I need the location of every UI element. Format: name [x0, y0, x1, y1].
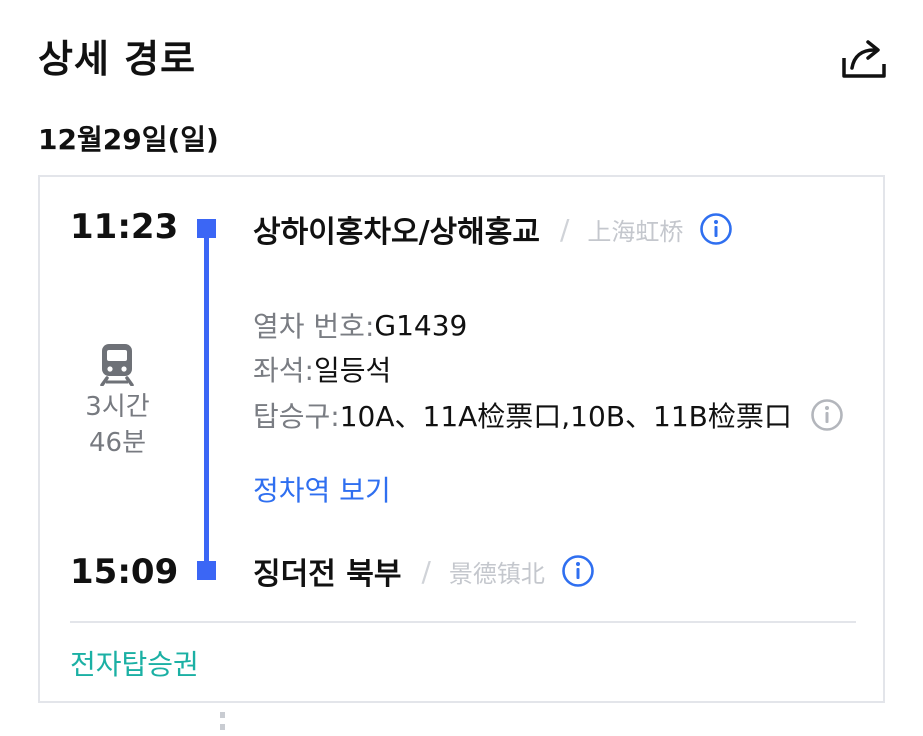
- seat-value: 일등석: [313, 354, 392, 387]
- departure-node: [197, 219, 216, 238]
- share-icon: [842, 40, 886, 78]
- train-number-label: 열차 번호:: [253, 310, 375, 343]
- route-continuation-dots: [220, 712, 225, 736]
- route-card: 11:23 15:09 3시간 46분 상하이홍차오/상해홍교 / 上海虹桥 열…: [38, 175, 885, 703]
- station-separator: /: [559, 212, 570, 246]
- card-divider: [70, 621, 856, 623]
- seat-label: 좌석:: [253, 354, 314, 387]
- train-number-line: 열차 번호: G1439: [253, 305, 467, 345]
- departure-station-name: 상하이홍차오/상해홍교: [253, 215, 540, 250]
- train-number-value: G1439: [374, 308, 468, 342]
- duration-minutes: 46분: [88, 428, 146, 458]
- arrival-station-local: 景德镇北: [448, 559, 545, 588]
- gate-value: 10A、11A检票口,10B、11B检票口: [339, 400, 792, 433]
- gate-line: 탑승구: 10A、11A检票口,10B、11B检票口: [253, 395, 844, 435]
- seat-line: 좌석: 일등석: [253, 349, 391, 389]
- view-stops-link[interactable]: 정차역 보기: [253, 469, 391, 509]
- gate-label: 탑승구:: [253, 400, 340, 433]
- departure-station-local: 上海虹桥: [587, 217, 684, 246]
- departure-station-row: 상하이홍차오/상해홍교 / 上海虹桥: [253, 207, 733, 251]
- arrival-station-name: 징더전 북부: [253, 557, 402, 592]
- trip-duration: 3시간 46분: [60, 389, 175, 461]
- departure-time: 11:23: [70, 207, 179, 247]
- station-separator: /: [421, 554, 431, 588]
- trip-date: 12월29일(일): [38, 123, 219, 156]
- duration-hours: 3시간: [85, 392, 150, 422]
- share-button[interactable]: [838, 34, 890, 82]
- arrival-station-row: 징더전 북부 / 景德镇北: [253, 549, 595, 593]
- route-line: [204, 227, 209, 572]
- info-icon[interactable]: [810, 398, 844, 432]
- info-icon[interactable]: [699, 212, 733, 246]
- arrival-time: 15:09: [70, 552, 179, 592]
- info-icon[interactable]: [561, 554, 595, 588]
- arrival-node: [197, 561, 216, 580]
- train-icon: [100, 344, 134, 386]
- page-title: 상세 경로: [38, 37, 197, 81]
- e-ticket-link[interactable]: 전자탑승권: [70, 643, 199, 683]
